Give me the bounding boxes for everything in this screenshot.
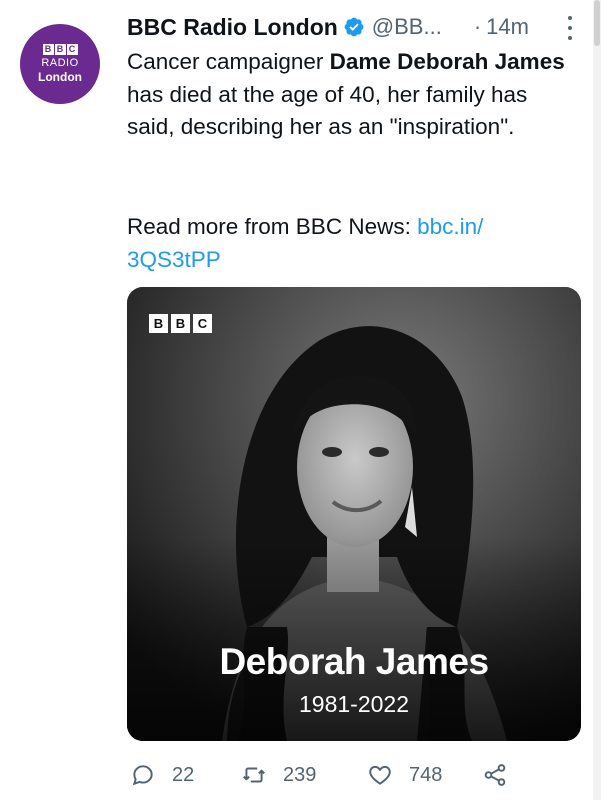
share-button[interactable] bbox=[482, 757, 508, 793]
reply-count: 22 bbox=[172, 763, 195, 786]
avatar-radio-label: RADIO bbox=[41, 56, 79, 69]
tweet-actions: 22 239 748 bbox=[127, 757, 587, 793]
account-name[interactable]: BBC Radio London bbox=[127, 14, 338, 41]
reply-button[interactable]: 22 bbox=[130, 757, 194, 793]
tweet-text-prefix: Cancer campaigner bbox=[127, 49, 330, 74]
vertical-dots-icon[interactable] bbox=[565, 16, 575, 40]
tweet[interactable]: B B C RADIO London BBC Radio London @BB.… bbox=[0, 0, 593, 800]
avatar[interactable]: B B C RADIO London bbox=[20, 24, 100, 104]
avatar-bbc-letter: B bbox=[42, 43, 54, 55]
heart-icon bbox=[369, 765, 391, 785]
speech-bubble-icon bbox=[132, 765, 153, 786]
avatar-bbc-letter: C bbox=[66, 43, 78, 55]
account-handle[interactable]: @BB... bbox=[372, 14, 442, 40]
retweet-count: 239 bbox=[283, 763, 317, 786]
bbc-logo: B B C bbox=[149, 314, 212, 333]
read-more-line: Read more from BBC News: bbc.in/ 3QS3tPP bbox=[127, 211, 567, 276]
like-button[interactable]: 748 bbox=[367, 757, 442, 793]
share-nodes-icon bbox=[484, 764, 506, 786]
scrollbar-thumb[interactable] bbox=[594, 0, 600, 46]
tweet-text: Cancer campaigner Dame Deborah James has… bbox=[127, 46, 567, 144]
bbc-logo-letter: B bbox=[149, 314, 168, 333]
tweet-header: BBC Radio London @BB... · 14m bbox=[127, 10, 587, 44]
tweet-timestamp[interactable]: 14m bbox=[486, 14, 529, 40]
media-caption-years: 1981-2022 bbox=[299, 691, 409, 717]
header-separator: · bbox=[473, 14, 482, 39]
bbc-logo-letter: B bbox=[171, 314, 190, 333]
media-caption-name: Deborah James bbox=[219, 641, 489, 682]
tweet-text-bold: Dame Deborah James bbox=[329, 49, 565, 74]
read-more-label: Read more from BBC News: bbox=[127, 214, 418, 239]
retweet-button[interactable]: 239 bbox=[241, 757, 316, 793]
like-count: 748 bbox=[409, 763, 443, 786]
avatar-bbc-logo: B B C bbox=[42, 43, 78, 55]
tweet-text-suffix: has died at the age of 40, her family ha… bbox=[127, 81, 528, 140]
bbc-logo-letter: C bbox=[193, 314, 212, 333]
avatar-bbc-letter: B bbox=[54, 43, 66, 55]
verified-badge-icon bbox=[344, 17, 364, 37]
tweet-media-image[interactable]: B B C Deborah James 1981-2022 bbox=[127, 287, 581, 741]
avatar-london-label: London bbox=[38, 69, 82, 84]
scrollbar-track[interactable] bbox=[593, 0, 601, 800]
retweet-arrows-icon bbox=[243, 767, 265, 783]
